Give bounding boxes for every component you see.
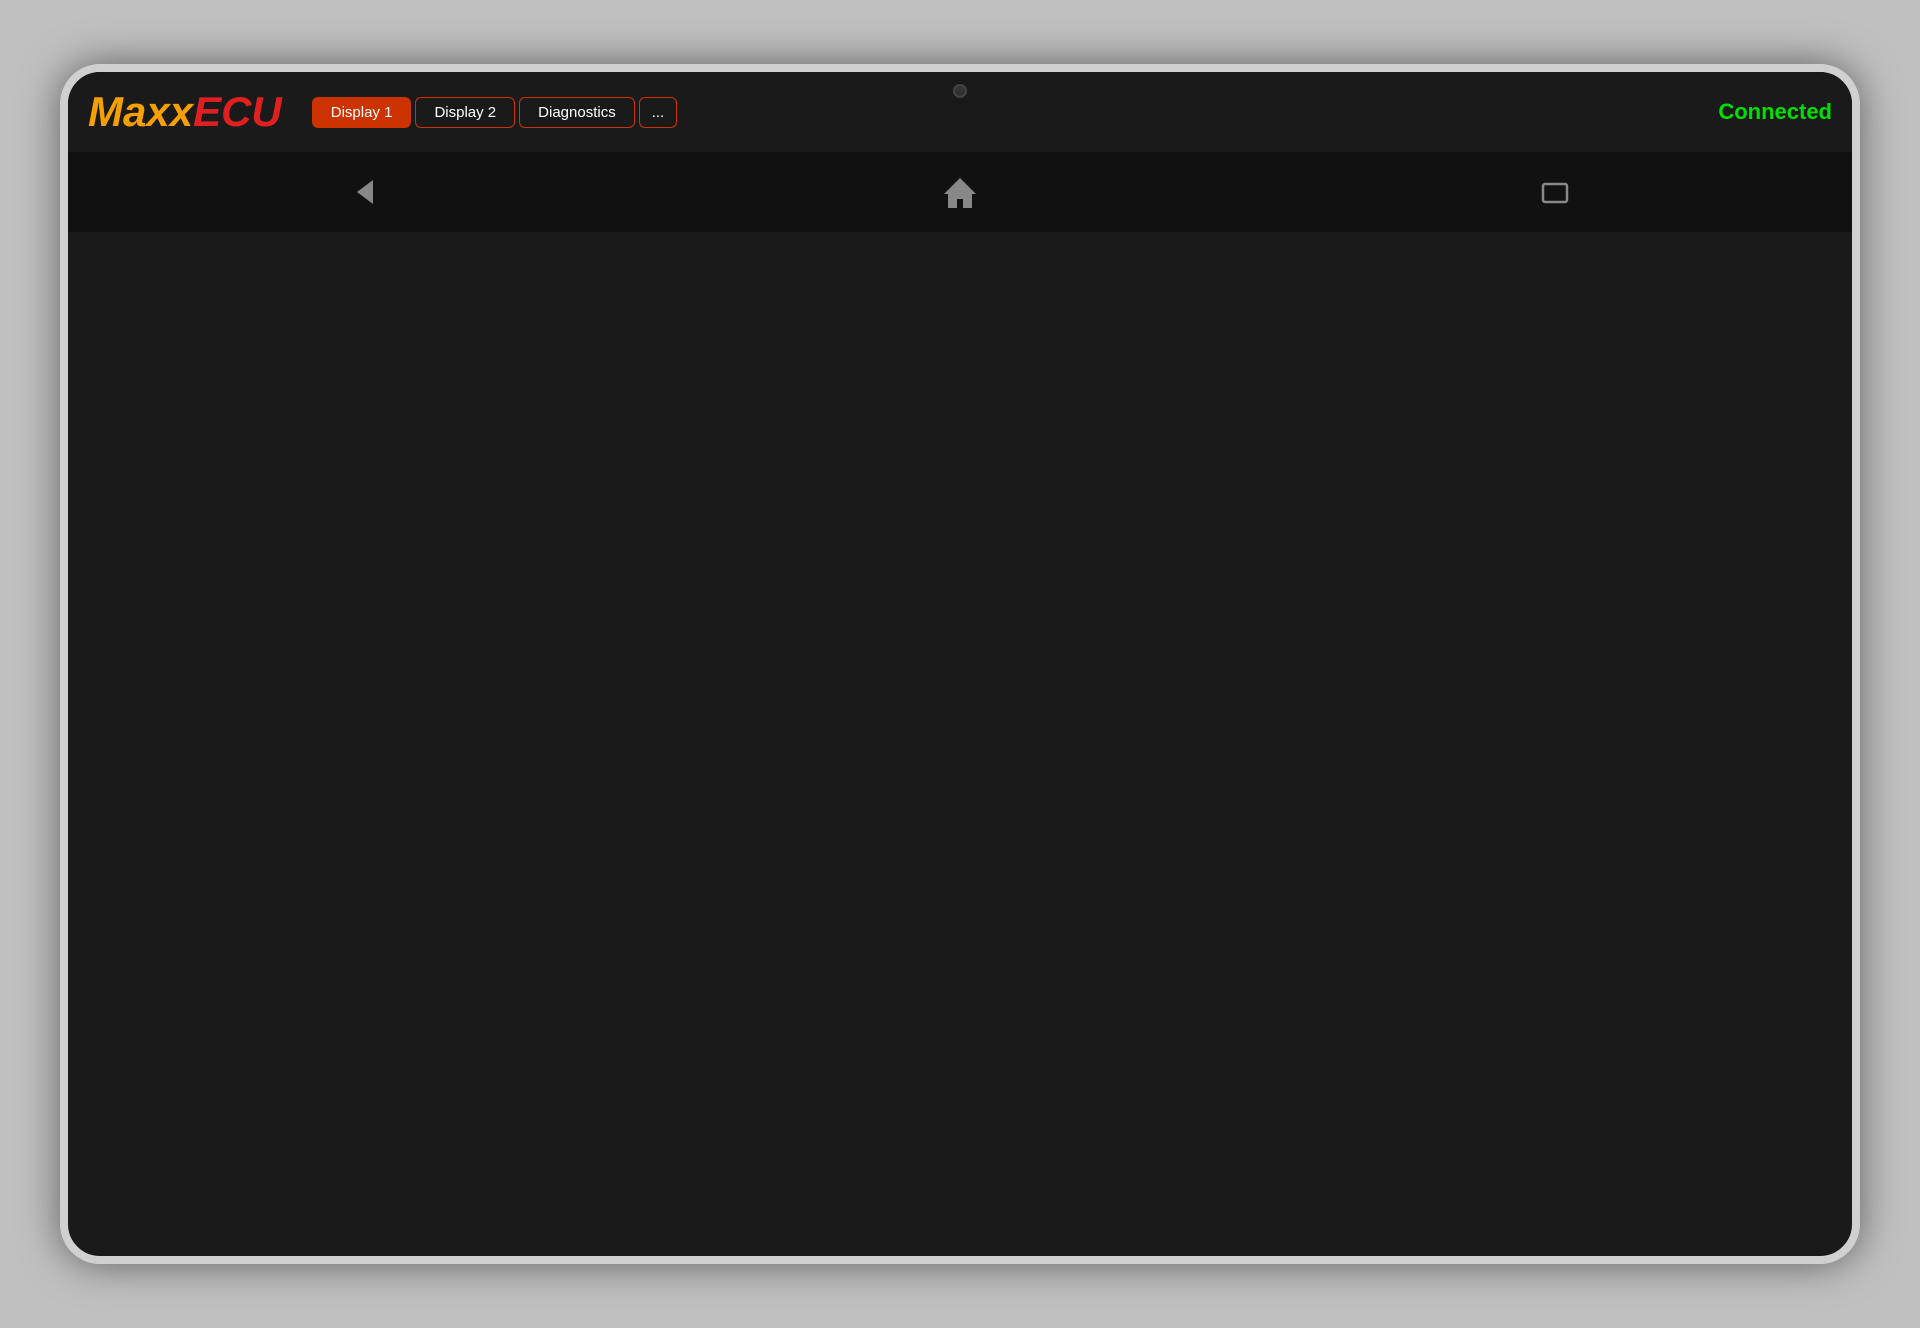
- nav-recent-button[interactable]: [1530, 167, 1580, 217]
- tablet-device: MaxxECU Display 1 Display 2 Diagnostics …: [60, 64, 1860, 1264]
- nav-bar: [68, 152, 1852, 232]
- nav-back-button[interactable]: [340, 167, 390, 217]
- back-icon: [345, 172, 385, 212]
- tab-display2[interactable]: Display 2: [415, 97, 515, 128]
- nav-home-button[interactable]: [935, 167, 985, 217]
- app-logo: MaxxECU: [88, 88, 282, 136]
- camera: [953, 84, 967, 98]
- recent-icon: [1535, 172, 1575, 212]
- logo-maxx: Maxx: [88, 88, 193, 135]
- logo-ecu: ECU: [193, 88, 282, 135]
- tab-more[interactable]: ...: [639, 97, 678, 128]
- tab-display1[interactable]: Display 1: [312, 97, 412, 128]
- tab-diagnostics[interactable]: Diagnostics: [519, 97, 635, 128]
- home-icon: [940, 172, 980, 212]
- connection-status: Connected: [1718, 99, 1832, 125]
- tab-bar: Display 1 Display 2 Diagnostics ...: [312, 97, 1719, 128]
